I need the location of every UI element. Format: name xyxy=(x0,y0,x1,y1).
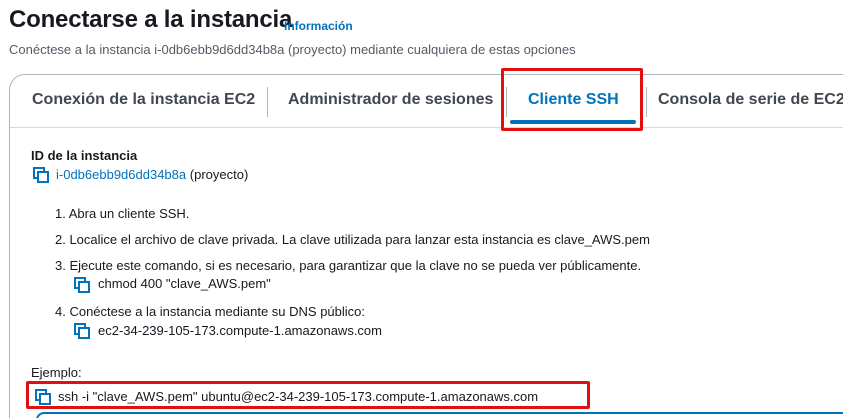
tab-session-manager[interactable]: Administrador de sesiones xyxy=(288,91,493,109)
copy-icon[interactable] xyxy=(74,277,90,293)
chmod-command: chmod 400 "clave_AWS.pem" xyxy=(98,276,271,291)
instance-name: (proyecto) xyxy=(189,167,249,182)
example-label: Ejemplo: xyxy=(31,365,82,380)
instance-id-heading: ID de la instancia xyxy=(31,148,138,163)
step-4: 4. Conéctese a la instancia mediante su … xyxy=(55,304,366,319)
copy-icon[interactable] xyxy=(33,167,49,183)
page-subtitle: Conéctese a la instancia i-0db6ebb9d6dd3… xyxy=(9,42,576,57)
tab-ec2-serial-console[interactable]: Consola de serie de EC2 xyxy=(658,91,843,109)
tab-bar: Conexión de la instancia EC2 Administrad… xyxy=(10,75,843,128)
highlight-example-command xyxy=(26,381,590,409)
step-1: 1. Abra un cliente SSH. xyxy=(55,206,190,221)
tab-divider xyxy=(267,87,268,117)
info-link[interactable]: Información xyxy=(284,19,353,33)
tab-ec2-instance-connect[interactable]: Conexión de la instancia EC2 xyxy=(32,91,255,109)
step-2: 2. Localice el archivo de clave privada.… xyxy=(55,232,650,247)
instance-id-row: i-0db6ebb9d6dd34b8a (proyecto) xyxy=(56,167,248,182)
instance-id-link[interactable]: i-0db6ebb9d6dd34b8a xyxy=(56,167,186,182)
page-title: Conectarse a la instancia xyxy=(9,6,293,33)
step-3: 3. Ejecute este comando, si es necesario… xyxy=(55,258,642,273)
public-dns-value: ec2-34-239-105-173.compute-1.amazonaws.c… xyxy=(98,323,382,338)
next-panel-edge xyxy=(36,412,843,418)
copy-icon[interactable] xyxy=(74,323,90,339)
tab-divider xyxy=(646,87,647,117)
highlight-ssh-tab xyxy=(501,68,643,131)
